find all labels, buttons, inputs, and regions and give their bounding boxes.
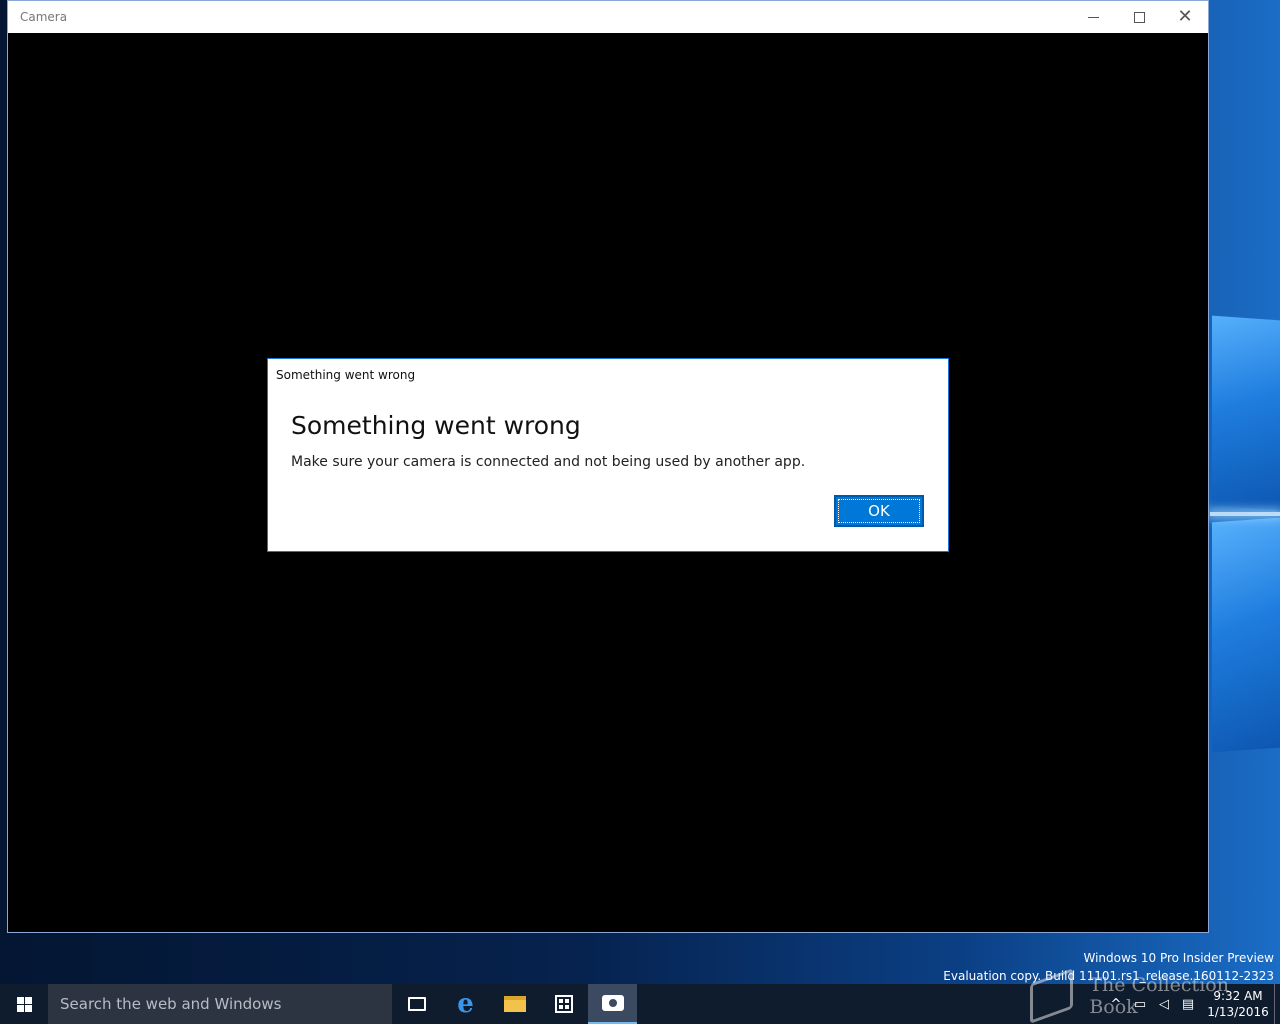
dialog-message: Make sure your camera is connected and n… — [291, 454, 806, 470]
book-icon — [1030, 968, 1074, 1024]
dialog-heading: Something went wrong — [291, 411, 581, 440]
minimize-button[interactable] — [1070, 1, 1116, 33]
maximize-icon — [1133, 11, 1145, 23]
start-button[interactable] — [0, 984, 48, 1024]
windows-logo-icon — [16, 996, 32, 1012]
close-icon: ✕ — [1177, 6, 1193, 27]
camera-taskbar-button[interactable] — [588, 984, 637, 1024]
search-input[interactable]: Search the web and Windows — [48, 984, 392, 1024]
file-explorer-button[interactable] — [490, 984, 539, 1024]
file-explorer-icon — [503, 996, 526, 1012]
wallpaper-light-beam — [1210, 512, 1280, 516]
dialog-caption: Something went wrong — [276, 368, 416, 382]
window-title: Camera — [20, 10, 68, 24]
watermark-line-1: Windows 10 Pro Insider Preview — [1083, 951, 1274, 965]
close-button[interactable]: ✕ — [1162, 1, 1208, 33]
error-dialog: Something went wrong Something went wron… — [267, 358, 949, 552]
wallpaper-pane-top — [1212, 315, 1280, 511]
edge-button[interactable]: e — [441, 984, 490, 1024]
task-view-icon — [407, 997, 426, 1011]
title-bar[interactable]: Camera ✕ — [8, 1, 1208, 33]
edge-icon: e — [457, 989, 474, 1019]
store-button[interactable] — [539, 984, 588, 1024]
collection-watermark: The Collection Book — [1030, 968, 1280, 1024]
collection-watermark-text: The Collection Book — [1089, 974, 1229, 1018]
wallpaper-pane-bottom — [1212, 517, 1280, 753]
maximize-button[interactable] — [1116, 1, 1162, 33]
task-view-button[interactable] — [392, 984, 441, 1024]
store-icon — [554, 995, 573, 1013]
ok-button[interactable]: OK — [834, 495, 924, 527]
minimize-icon — [1087, 16, 1099, 18]
camera-icon — [601, 995, 624, 1011]
